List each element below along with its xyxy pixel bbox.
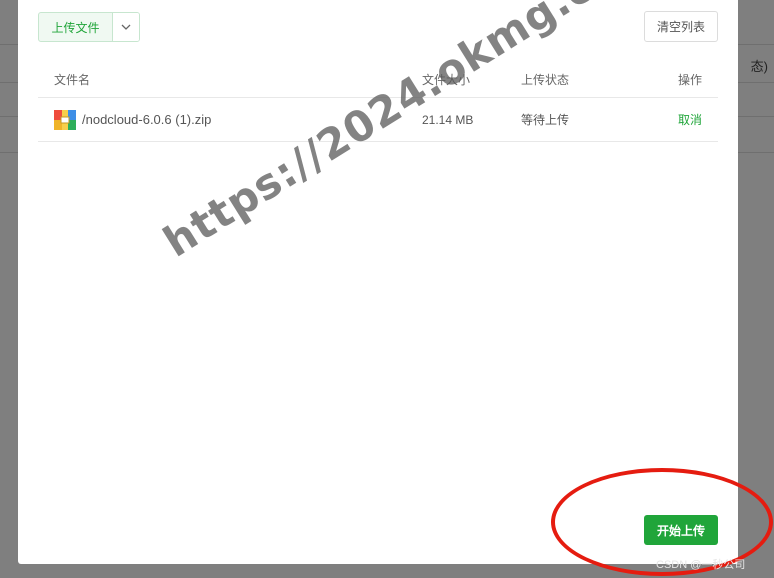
operation-cell: 取消 xyxy=(678,98,702,141)
file-size: 21.14 MB xyxy=(422,112,474,127)
header-operation: 操作 xyxy=(677,73,702,87)
table-row: /nodcloud-6.0.6 (1).zip 21.14 MB 等待上传 取消 xyxy=(38,98,718,142)
clear-list-button[interactable]: 清空列表 xyxy=(644,11,718,42)
upload-dialog: 上传文件 清空列表 文件名 文件大小 上传状态 操作 /nodcloud-6.0… xyxy=(18,0,738,564)
file-name: /nodcloud-6.0.6 (1).zip xyxy=(82,112,212,127)
upload-status: 等待上传 xyxy=(521,113,570,127)
upload-dropdown-toggle[interactable] xyxy=(113,13,139,41)
header-upload-status: 上传状态 xyxy=(521,73,570,87)
file-size-cell: 21.14 MB xyxy=(422,98,473,141)
chevron-down-icon xyxy=(121,24,131,30)
start-upload-button[interactable]: 开始上传 xyxy=(644,515,718,545)
background-partial-text: 态) xyxy=(750,59,768,74)
upload-status-cell: 等待上传 xyxy=(521,98,569,141)
upload-file-split-button: 上传文件 xyxy=(38,12,140,42)
zip-archive-icon xyxy=(54,109,76,130)
header-file-size: 文件大小 xyxy=(422,73,471,87)
table-header: 文件名 文件大小 上传状态 操作 xyxy=(38,62,718,98)
upload-file-table: 文件名 文件大小 上传状态 操作 /nodcloud-6.0.6 (1).zip… xyxy=(38,62,718,142)
header-file-name: 文件名 xyxy=(54,73,91,87)
source-credit: CSDN @一秒公司 xyxy=(656,559,746,571)
upload-file-button[interactable]: 上传文件 xyxy=(39,13,113,41)
cancel-upload-link[interactable]: 取消 xyxy=(678,111,702,128)
file-name-cell: /nodcloud-6.0.6 (1).zip xyxy=(54,98,211,141)
